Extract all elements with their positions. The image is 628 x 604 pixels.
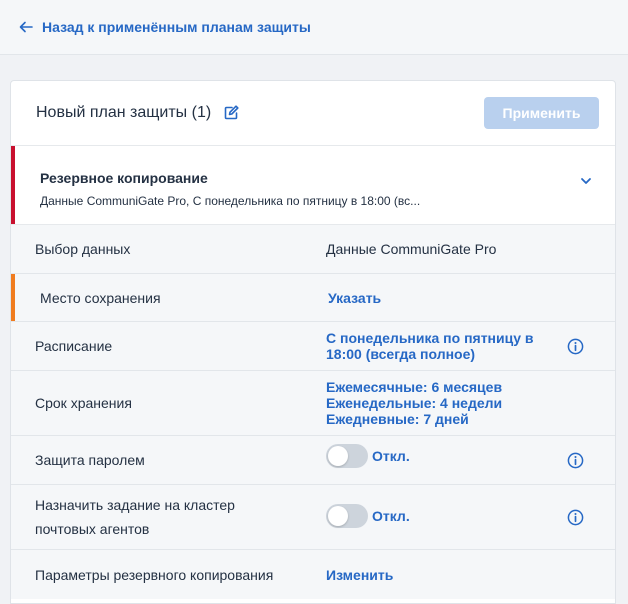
info-icon[interactable] (567, 509, 584, 526)
schedule-link[interactable]: С понедельника по пятницу в 18:00 (всегд… (326, 330, 534, 362)
settings-list: Выбор данных Данные CommuniGate Pro Мест… (11, 225, 615, 599)
schedule-line-1: С понедельника по пятницу в (326, 330, 534, 346)
module-title: Резервное копирование (40, 170, 208, 186)
arrow-left-icon (19, 21, 33, 33)
cluster-label: Назначить задание на кластер почтовых аг… (35, 493, 305, 541)
retention-monthly: Ежемесячные: 6 месяцев (326, 379, 503, 395)
row-location: Место сохранения Указать (11, 274, 615, 322)
backup-module-header[interactable]: Резервное копирование Данные CommuniGate… (11, 146, 615, 225)
retention-daily: Ежедневные: 7 дней (326, 411, 469, 427)
info-icon[interactable] (567, 452, 584, 469)
password-toggle-group: Откл. (326, 444, 410, 468)
backup-options-change-link[interactable]: Изменить (326, 567, 393, 583)
cluster-toggle[interactable] (326, 504, 368, 528)
cluster-toggle-group: Откл. (326, 504, 410, 528)
cluster-label-line-2: почтовых агентов (35, 521, 150, 537)
edit-icon[interactable] (223, 105, 239, 121)
protection-plan-card: Новый план защиты (1) Применить Резервно… (10, 80, 616, 604)
row-backup-options: Параметры резервного копирования Изменит… (11, 550, 615, 599)
row-retention: Срок хранения Ежемесячные: 6 месяцев Еже… (11, 371, 615, 436)
cluster-label-line-1: Назначить задание на кластер (35, 497, 235, 513)
schedule-line-2: 18:00 (всегда полное) (326, 346, 476, 362)
top-bar: Назад к применённым планам защиты (0, 0, 628, 55)
backup-options-label: Параметры резервного копирования (35, 566, 274, 583)
retention-link[interactable]: Ежемесячные: 6 месяцев Еженедельные: 4 н… (326, 379, 502, 427)
info-icon[interactable] (567, 338, 584, 355)
module-summary: Данные CommuniGate Pro, С понедельника п… (40, 194, 421, 208)
data-selection-label: Выбор данных (35, 241, 131, 257)
row-schedule: Расписание С понедельника по пятницу в 1… (11, 322, 615, 371)
data-selection-value[interactable]: Данные CommuniGate Pro (326, 241, 496, 257)
location-specify-link[interactable]: Указать (328, 290, 381, 306)
row-cluster: Назначить задание на кластер почтовых аг… (11, 485, 615, 550)
password-label: Защита паролем (35, 452, 145, 468)
row-data-selection: Выбор данных Данные CommuniGate Pro (11, 225, 615, 274)
back-to-plans-link[interactable]: Назад к применённым планам защиты (18, 19, 311, 35)
row-password: Защита паролем Откл. (11, 436, 615, 485)
retention-label: Срок хранения (35, 395, 132, 411)
chevron-down-icon[interactable] (579, 174, 593, 188)
plan-header: Новый план защиты (1) Применить (11, 81, 615, 146)
location-label: Место сохранения (40, 289, 161, 306)
schedule-label: Расписание (35, 338, 113, 354)
back-link-label: Назад к применённым планам защиты (42, 19, 311, 35)
apply-button[interactable]: Применить (484, 97, 599, 129)
password-toggle-label: Откл. (372, 448, 410, 464)
cluster-toggle-label: Откл. (372, 508, 410, 524)
retention-weekly: Еженедельные: 4 недели (326, 395, 503, 411)
plan-title: Новый план защиты (1) (36, 104, 212, 121)
password-toggle[interactable] (326, 444, 368, 468)
